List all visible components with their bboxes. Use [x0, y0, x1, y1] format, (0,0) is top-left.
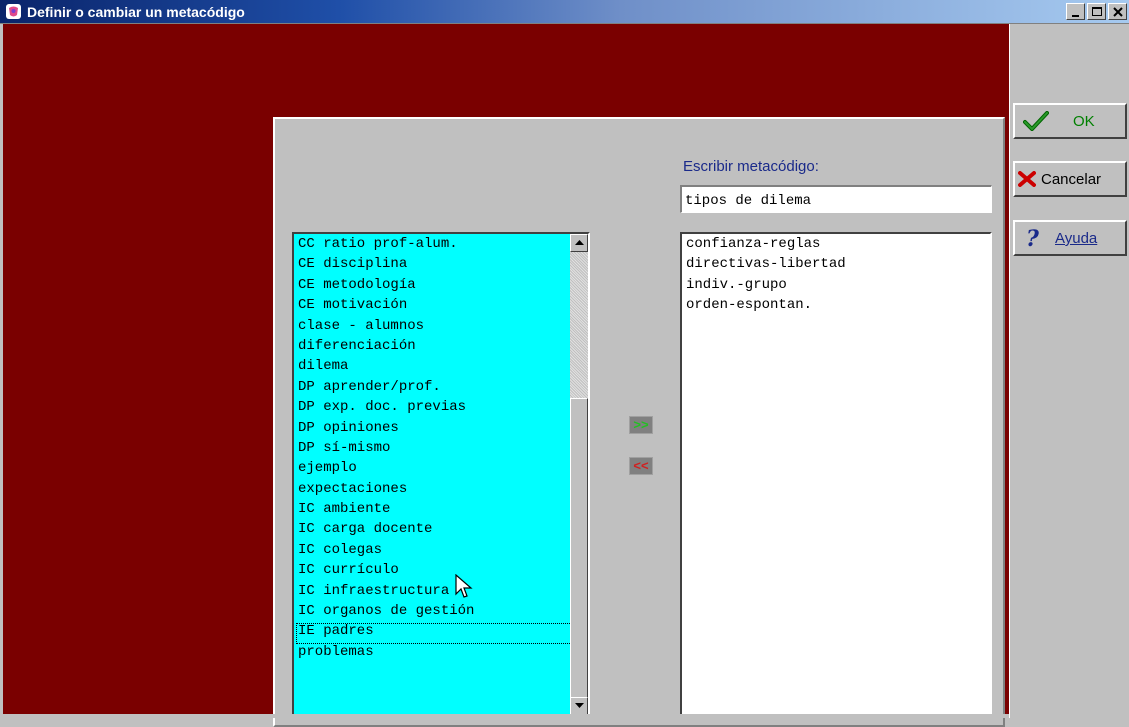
- close-icon: [1113, 7, 1123, 17]
- codes-list-item[interactable]: IC ambiente: [296, 501, 588, 521]
- codes-list-scrollbar[interactable]: [570, 234, 588, 715]
- cancel-label: Cancelar: [1041, 171, 1102, 188]
- codes-list-item[interactable]: IC currículo: [296, 562, 588, 582]
- metacode-codes-list-item[interactable]: orden-espontan.: [684, 297, 990, 317]
- codes-list-item[interactable]: DP opiniones: [296, 420, 588, 440]
- metacode-label: Escribir metacódigo:: [683, 158, 819, 175]
- cancel-button[interactable]: Cancelar: [1013, 161, 1127, 197]
- x-icon: [1018, 171, 1036, 191]
- codes-list-item[interactable]: problemas: [296, 644, 588, 664]
- arrow-down-icon: [575, 703, 584, 708]
- app-icon[interactable]: [5, 3, 22, 20]
- codes-list-item[interactable]: ejemplo: [296, 460, 588, 480]
- remove-from-metacode-button[interactable]: <<: [629, 457, 653, 475]
- minimize-button[interactable]: [1066, 3, 1085, 20]
- scroll-thumb[interactable]: [570, 398, 588, 698]
- arrow-up-icon: [575, 240, 584, 245]
- metacode-codes-list-items: confianza-reglas directivas-libertad indiv…: [684, 236, 990, 318]
- codes-list-item[interactable]: CC ratio prof-alum.: [296, 236, 588, 256]
- metacode-input[interactable]: tipos de dilema: [680, 185, 992, 213]
- ok-label: OK: [1073, 113, 1095, 130]
- window-title: Definir o cambiar un metacódigo: [27, 4, 245, 20]
- question-icon: ?: [1025, 226, 1043, 254]
- codes-list-item[interactable]: expectaciones: [296, 481, 588, 501]
- codes-list[interactable]: CC ratio prof-alum. CE disciplina CE metod…: [292, 232, 590, 717]
- codes-list-item[interactable]: DP sí-mismo: [296, 440, 588, 460]
- codes-list-item[interactable]: diferenciación: [296, 338, 588, 358]
- mouse-cursor-icon: [455, 574, 473, 598]
- help-button[interactable]: ? Ayuda: [1013, 220, 1127, 256]
- codes-list-item[interactable]: DP aprender/prof.: [296, 379, 588, 399]
- codes-list-items: CC ratio prof-alum. CE disciplina CE metod…: [296, 236, 588, 664]
- metacode-panel: Escribir metacódigo: tipos de dilema CC …: [273, 117, 1005, 727]
- codes-list-item[interactable]: IC organos de gestión: [296, 603, 588, 623]
- svg-text:?: ?: [1026, 226, 1040, 250]
- codes-list-item[interactable]: CE disciplina: [296, 256, 588, 276]
- scroll-up-button[interactable]: [570, 234, 588, 252]
- window-controls: [1066, 3, 1127, 20]
- help-label: Ayuda: [1055, 230, 1098, 247]
- add-to-metacode-button[interactable]: >>: [629, 416, 653, 434]
- metacode-codes-list-item[interactable]: confianza-reglas: [684, 236, 990, 256]
- codes-list-item[interactable]: DP exp. doc. previas: [296, 399, 588, 419]
- title-bar[interactable]: Definir o cambiar un metacódigo: [0, 0, 1129, 24]
- main-area: Escribir metacódigo: tipos de dilema CC …: [3, 24, 1009, 727]
- scroll-down-button[interactable]: [570, 697, 588, 715]
- codes-list-item[interactable]: IC carga docente: [296, 521, 588, 541]
- checkmark-icon: [1023, 111, 1049, 135]
- codes-list-item[interactable]: IE padres: [296, 623, 588, 644]
- codes-list-item[interactable]: IC colegas: [296, 542, 588, 562]
- codes-list-item[interactable]: CE motivación: [296, 297, 588, 317]
- codes-list-item[interactable]: CE metodología: [296, 277, 588, 297]
- ok-button[interactable]: OK: [1013, 103, 1127, 139]
- minimize-icon: [1072, 15, 1079, 17]
- metacode-codes-list-item[interactable]: indiv.-grupo: [684, 277, 990, 297]
- bottom-border: [0, 714, 1009, 718]
- close-button[interactable]: [1108, 3, 1127, 20]
- maximize-icon: [1092, 7, 1102, 16]
- codes-list-item[interactable]: dilema: [296, 358, 588, 378]
- maximize-button[interactable]: [1087, 3, 1106, 20]
- metacode-codes-list-item[interactable]: directivas-libertad: [684, 256, 990, 276]
- codes-list-item[interactable]: clase - alumnos: [296, 318, 588, 338]
- codes-list-item[interactable]: IC infraestructura: [296, 583, 588, 603]
- metacode-codes-list[interactable]: confianza-reglas directivas-libertad indiv…: [680, 232, 992, 717]
